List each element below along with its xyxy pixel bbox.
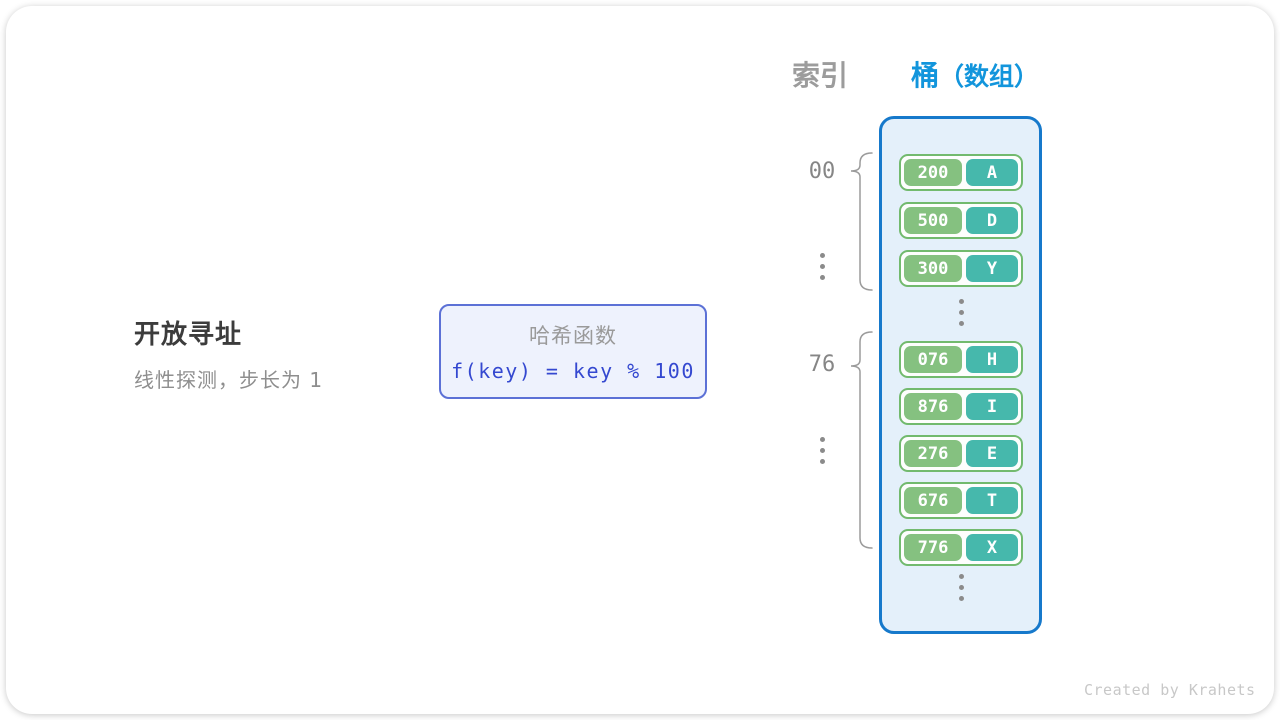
key-pill: 676 [904, 487, 962, 514]
index-column-header: 索引 [792, 54, 848, 94]
value-pill: E [966, 440, 1018, 467]
key-pill: 876 [904, 393, 962, 420]
key-pill: 300 [904, 255, 962, 282]
value-pill: H [966, 346, 1018, 373]
key-value-pair-cell: 200A [899, 154, 1023, 191]
key-pill: 076 [904, 346, 962, 373]
key-pill: 500 [904, 207, 962, 234]
key-value-pair-cell: 300Y [899, 250, 1023, 287]
bucket-column-header: 桶（数组） [911, 54, 1039, 94]
bucket-group-00: 200A500D300Y [899, 154, 1023, 287]
index-label-76: 76 [801, 352, 843, 377]
bucket-group-76: 076H876I276E676T776X [899, 341, 1023, 566]
value-pill: A [966, 159, 1018, 186]
diagram-title: 开放寻址 [134, 314, 242, 351]
value-pill: D [966, 207, 1018, 234]
brace-group-00 [849, 149, 875, 295]
diagram-subtitle: 线性探测，步长为 1 [134, 364, 323, 393]
diagram-canvas: 开放寻址 线性探测，步长为 1 哈希函数 f(key) = key % 100 … [6, 6, 1274, 714]
hash-function-label: 哈希函数 [529, 320, 617, 350]
credit-text: Created by Krahets [1084, 681, 1256, 699]
key-pill: 276 [904, 440, 962, 467]
key-value-pair-cell: 876I [899, 388, 1023, 425]
bucket-ellipsis-middle [958, 299, 964, 326]
hash-function-formula: f(key) = key % 100 [451, 359, 695, 383]
value-pill: X [966, 534, 1018, 561]
key-value-pair-cell: 076H [899, 341, 1023, 378]
value-pill: I [966, 393, 1018, 420]
brace-group-76 [849, 328, 875, 552]
bucket-header-word: 桶 [911, 59, 939, 92]
hash-function-box: 哈希函数 f(key) = key % 100 [439, 304, 707, 399]
bucket-header-paren: （数组） [939, 62, 1039, 91]
key-value-pair-cell: 776X [899, 529, 1023, 566]
key-value-pair-cell: 500D [899, 202, 1023, 239]
bucket-ellipsis-bottom [958, 574, 964, 601]
key-pill: 776 [904, 534, 962, 561]
value-pill: T [966, 487, 1018, 514]
key-value-pair-cell: 676T [899, 482, 1023, 519]
key-value-pair-cell: 276E [899, 435, 1023, 472]
index-ellipsis-bottom [819, 437, 825, 464]
index-label-00: 00 [801, 159, 843, 184]
index-ellipsis-top [819, 253, 825, 280]
key-pill: 200 [904, 159, 962, 186]
value-pill: Y [966, 255, 1018, 282]
